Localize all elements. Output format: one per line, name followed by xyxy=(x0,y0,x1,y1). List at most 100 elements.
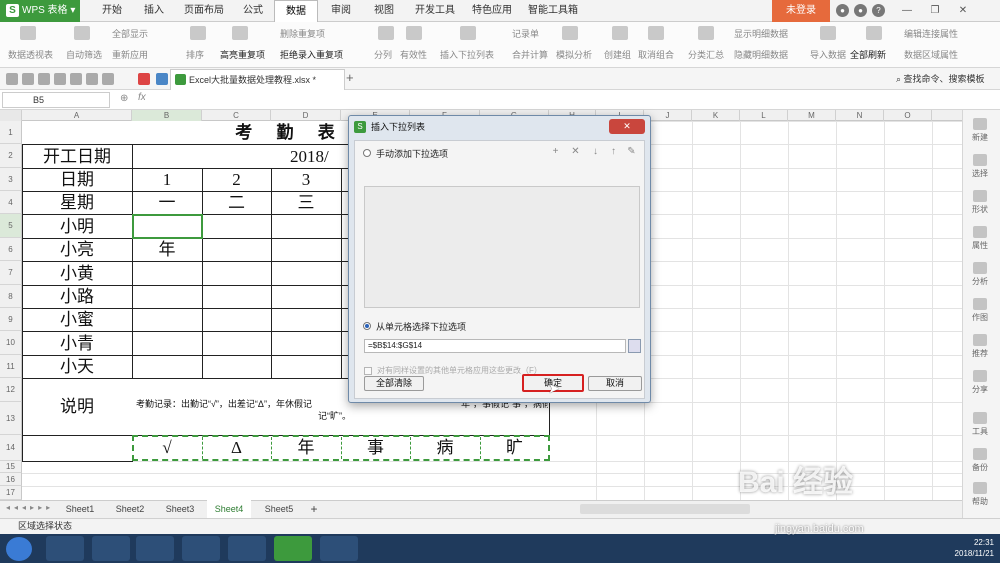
validation-button[interactable]: 有效性 xyxy=(400,48,427,62)
tab-start[interactable]: 开始 xyxy=(92,0,132,22)
row-header[interactable]: 9 xyxy=(0,308,22,331)
row-header[interactable]: 7 xyxy=(0,261,22,285)
cells-option-label[interactable]: 从单元格选择下拉选项 xyxy=(376,320,466,333)
backup-pane-button[interactable]: 备份 xyxy=(966,448,994,473)
help-pane-button[interactable]: 帮助 xyxy=(966,482,994,507)
sheet-tab[interactable]: Sheet2 xyxy=(108,500,152,518)
insert-dropdown-button[interactable]: 插入下拉列表 xyxy=(440,48,494,62)
employee-name[interactable]: 小明 xyxy=(22,215,132,238)
manual-options-list[interactable] xyxy=(364,186,640,308)
shape-pane-button[interactable]: 形状 xyxy=(966,190,994,215)
close-window-icon[interactable]: ✕ xyxy=(956,4,970,18)
preview-icon[interactable] xyxy=(54,73,66,85)
undo-icon[interactable] xyxy=(86,73,98,85)
date-label[interactable]: 日期 xyxy=(22,169,132,191)
note-text-line1[interactable]: 考勤记录：出勤记“√”，出差记“Δ”，年休假记 xyxy=(136,397,312,410)
ungroup-button[interactable]: 取消组合 xyxy=(638,48,674,62)
col-header-a[interactable]: A xyxy=(22,110,132,121)
col-header-o[interactable]: O xyxy=(884,110,932,121)
tab-formula[interactable]: 公式 xyxy=(234,0,272,22)
restore-icon[interactable]: ❐ xyxy=(928,4,942,18)
new-tab-button[interactable]: + xyxy=(346,70,354,85)
search-box[interactable]: ⌕ 查找命令、搜索模板 xyxy=(896,71,1000,87)
consolidate-button[interactable]: 合并计算 xyxy=(512,48,548,62)
system-clock[interactable]: 22:31 2018/11/21 xyxy=(938,537,994,559)
remove-duplicates-button[interactable]: 删除重复项 xyxy=(280,27,325,41)
fx-icon[interactable]: fx xyxy=(138,92,146,103)
show-detail-button[interactable]: 显示明细数据 xyxy=(734,27,788,41)
tab-developer[interactable]: 开发工具 xyxy=(406,0,464,22)
k-app-icon[interactable] xyxy=(182,536,220,561)
search-app-icon[interactable] xyxy=(136,536,174,561)
select-pane-button[interactable]: 选择 xyxy=(966,154,994,179)
wps-home-icon[interactable] xyxy=(138,73,150,85)
sheet-tab-active[interactable]: Sheet4 xyxy=(207,500,251,518)
split-button[interactable]: 分列 xyxy=(374,48,392,62)
hide-detail-button[interactable]: 隐藏明细数据 xyxy=(734,48,788,62)
start-icon[interactable] xyxy=(6,537,32,561)
row-header[interactable]: 5 xyxy=(0,214,22,238)
employee-name[interactable]: 小黄 xyxy=(22,262,132,285)
tab-page-layout[interactable]: 页面布局 xyxy=(176,0,232,22)
tab-review[interactable]: 审阅 xyxy=(322,0,360,22)
save-icon[interactable] xyxy=(22,73,34,85)
row-header[interactable]: 3 xyxy=(0,168,22,191)
record-form-button[interactable]: 记录单 xyxy=(512,27,539,41)
employee-name[interactable]: 小亮 xyxy=(22,239,132,261)
select-all-corner[interactable] xyxy=(0,110,22,121)
recorder-icon[interactable] xyxy=(320,536,358,561)
row-header[interactable]: 15 xyxy=(0,461,22,473)
clear-all-button[interactable]: 全部清除 xyxy=(364,376,424,391)
start-date-value[interactable]: 2018/ xyxy=(290,145,350,168)
login-button[interactable]: 未登录 xyxy=(772,0,830,22)
dialog-title-bar[interactable]: S 插入下拉列表 xyxy=(349,116,650,138)
minimize-icon[interactable]: — xyxy=(900,4,914,18)
subtotal-button[interactable]: 分类汇总 xyxy=(688,48,724,62)
edit-links-button[interactable]: 编辑连接属性 xyxy=(904,27,958,41)
radio-manual[interactable] xyxy=(363,149,371,157)
wps-menu-button[interactable]: S WPS 表格 ▾ xyxy=(0,0,80,22)
symbol-cell[interactable]: 事 xyxy=(341,436,410,460)
cancel-button[interactable]: 取消 xyxy=(588,376,642,391)
employee-name[interactable]: 小天 xyxy=(22,356,132,378)
symbol-cell[interactable]: 旷 xyxy=(480,436,549,460)
ie-icon[interactable] xyxy=(46,536,84,561)
new-pane-button[interactable]: 新建 xyxy=(966,118,994,143)
sheet-nav-arrows[interactable]: ◂◂◂▸▸▸ xyxy=(6,503,54,512)
dialog-close-button[interactable]: ✕ xyxy=(609,119,645,134)
sheet-title[interactable]: 考 勤 表 xyxy=(230,122,350,144)
property-pane-button[interactable]: 属性 xyxy=(966,226,994,251)
symbol-cell[interactable]: 年 xyxy=(271,436,341,460)
add-item-icon[interactable]: + xyxy=(551,147,560,157)
col-header-n[interactable]: N xyxy=(836,110,884,121)
analysis-pane-button[interactable]: 分析 xyxy=(966,262,994,287)
symbol-cell[interactable]: Δ xyxy=(202,436,271,460)
employee-name[interactable]: 小青 xyxy=(22,332,132,355)
redo-icon[interactable] xyxy=(102,73,114,85)
wps-taskbar-icon[interactable] xyxy=(274,536,312,561)
range-props-button[interactable]: 数据区域属性 xyxy=(904,48,958,62)
col-header-m[interactable]: M xyxy=(788,110,836,121)
move-up-icon[interactable]: ↑ xyxy=(609,147,618,157)
draw-pane-button[interactable]: 作图 xyxy=(966,298,994,323)
create-group-button[interactable]: 创建组 xyxy=(604,48,631,62)
recommend-pane-button[interactable]: 推荐 xyxy=(966,334,994,359)
weekday-cell[interactable]: 一 xyxy=(132,192,202,214)
sort-button[interactable]: 排序 xyxy=(186,48,204,62)
reapply-button[interactable]: 重新应用 xyxy=(112,48,148,62)
symbol-cell[interactable]: √ xyxy=(132,436,202,460)
row-header[interactable]: 12 xyxy=(0,378,22,402)
delete-item-icon[interactable]: ✕ xyxy=(571,147,580,157)
note-label[interactable]: 说明 xyxy=(22,379,132,435)
weekday-cell[interactable]: 三 xyxy=(271,192,341,214)
sheet-tab[interactable]: Sheet5 xyxy=(257,500,301,518)
zoom-icon[interactable]: ⊕ xyxy=(120,93,128,104)
edit-item-icon[interactable]: ✎ xyxy=(627,147,636,157)
tab-insert[interactable]: 插入 xyxy=(134,0,174,22)
row-header[interactable]: 11 xyxy=(0,355,22,378)
symbol-cell[interactable]: 病 xyxy=(410,436,480,460)
pivot-table-button[interactable]: 数据透视表 xyxy=(8,48,53,62)
attendance-cell-b6[interactable]: 年 xyxy=(132,239,202,261)
cloud-icon[interactable] xyxy=(156,73,168,85)
date-cell[interactable]: 1 xyxy=(132,169,202,191)
